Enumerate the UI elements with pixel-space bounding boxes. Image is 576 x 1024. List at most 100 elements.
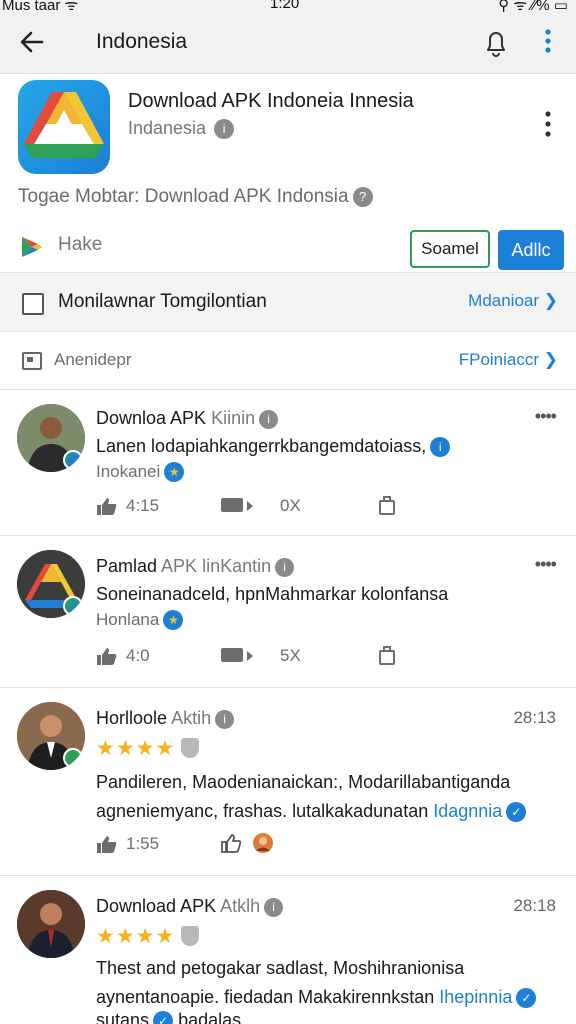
review-author: Horlloole Aktih i	[96, 708, 235, 729]
secondary-button[interactable]: Soamel	[410, 230, 490, 268]
thumbs-up-icon[interactable]	[96, 496, 118, 516]
post-text: Lanen lodapiahkangerrkbangemdatoiass, i	[96, 436, 451, 457]
person-photo	[17, 890, 85, 958]
overflow-menu-icon[interactable]	[540, 26, 556, 58]
review-actions: 1:55	[96, 832, 416, 860]
comment-count: 0X	[280, 496, 301, 515]
status-dot	[63, 450, 83, 470]
review-date: 28:13	[513, 708, 556, 727]
review-text-body: Thest and petogakar sadlast, Moshihranio…	[96, 958, 465, 1007]
verified-icon: ★	[163, 610, 184, 630]
app-title: Download APK Indoneia Innesia	[128, 90, 414, 112]
app-card: Download APK Indoneia Innesia Indanesia i…	[0, 74, 576, 272]
post-author: Downloa APK Kiinin i	[96, 408, 279, 429]
carrier-label: Mus taar ᯤ	[2, 0, 79, 14]
thumbs-up-icon[interactable]	[96, 834, 118, 854]
share-icon[interactable]	[378, 494, 396, 516]
section-label: Anenidepr	[54, 350, 132, 369]
post-text-body: Lanen lodapiahkangerrkbangemdatoiass,	[96, 436, 427, 456]
post-actions: 4:15 0X	[96, 494, 416, 522]
filter-label: Monilawnar Tomgilontian	[58, 291, 267, 312]
review-card: Download APK Atklh i 28:18 ★★★★ Thest and…	[0, 876, 576, 1024]
app-subtitle-text: Indanesia	[128, 118, 207, 138]
author-tag: Atklh	[220, 896, 261, 916]
author-tag: APK linKantin	[161, 556, 272, 576]
post-text: Soneinanadceld, hpnMahmarkar kolonfansa	[96, 584, 449, 604]
make-label: Hake	[58, 234, 103, 255]
clock: 1:20	[270, 0, 300, 12]
review-text: Thest and petogakar sadlast, Moshihranio…	[96, 954, 546, 1012]
app-more-icon[interactable]	[540, 108, 556, 140]
review-text-extra: sutans ✓ badalas	[96, 1010, 241, 1024]
author-tag: Kiinin	[211, 408, 256, 428]
comment-icon[interactable]	[220, 496, 254, 516]
page-title: Indonesia	[96, 30, 188, 53]
post-subtext: Honlana ★	[96, 610, 184, 630]
shield-icon	[181, 926, 200, 946]
thumbs-up-icon[interactable]	[96, 646, 118, 666]
verified-dot	[63, 748, 83, 768]
author-name: Horlloole	[96, 708, 168, 728]
status-icons: ⚲ ᯤ ⁄⁄% ▭	[498, 0, 568, 14]
star-rating: ★★★★	[96, 924, 200, 949]
checkbox[interactable]	[22, 293, 44, 315]
post-menu-icon[interactable]: ••••	[535, 406, 557, 427]
post-menu-icon[interactable]: ••••	[535, 554, 557, 575]
comment-count: 5X	[280, 646, 301, 665]
like-count: 4:0	[126, 646, 150, 665]
verified-icon: i	[430, 437, 451, 457]
star-rating: ★★★★	[96, 736, 200, 761]
post-card: Downloa APK Kiinin i •••• Lanen lodapiahk…	[0, 390, 576, 536]
help-badge-icon: ?	[352, 187, 373, 207]
review-link[interactable]: Ihepinnia	[439, 987, 512, 1007]
section-row[interactable]: Anenidepr FPoiniaccr ❯	[0, 332, 576, 390]
app-description: Togae Mobtar: Download APK Indonsia?	[18, 186, 373, 208]
status-dot	[63, 596, 83, 616]
play-store-icon	[22, 237, 42, 257]
verified-icon: ★	[164, 462, 185, 482]
notification-bell-icon[interactable]	[482, 26, 510, 58]
reaction-avatar-icon	[253, 833, 273, 853]
back-arrow-icon[interactable]	[16, 26, 48, 58]
avatar[interactable]	[17, 550, 85, 618]
author-name: Downloa APK	[96, 408, 207, 428]
verified-icon: ✓	[153, 1011, 174, 1024]
section-link[interactable]: FPoiniaccr ❯	[459, 350, 558, 370]
post-subtext-label: Inokanei	[96, 462, 161, 481]
share-icon[interactable]	[378, 644, 396, 666]
author-tag: Aktih	[171, 708, 212, 728]
status-bar: Mus taar ᯤ 1:20 ⚲ ᯤ ⁄⁄% ▭	[0, 0, 576, 14]
filter-link[interactable]: Mdanioar ❯	[468, 291, 558, 311]
info-badge-icon: i	[259, 410, 279, 429]
avatar[interactable]	[17, 404, 85, 472]
review-extra-word: sutans	[96, 1010, 150, 1024]
review-link[interactable]: Idagnnia	[433, 801, 502, 821]
app-subtitle: Indanesia i	[128, 118, 235, 139]
thumbs-up-outline-icon[interactable]	[220, 832, 242, 854]
author-name: Download APK	[96, 896, 217, 916]
info-badge-icon: i	[214, 119, 235, 139]
info-badge-icon: i	[275, 558, 295, 577]
like-count: 4:15	[126, 496, 160, 515]
verified-icon: ✓	[516, 988, 537, 1008]
verified-icon: ✓	[506, 802, 527, 822]
info-badge-icon: i	[215, 710, 235, 729]
avatar[interactable]	[17, 890, 85, 958]
info-badge-icon: i	[264, 898, 284, 917]
review-author: Download APK Atklh i	[96, 896, 284, 917]
drive-triangle-icon	[24, 92, 104, 158]
app-logo	[18, 80, 110, 174]
review-date: 28:18	[513, 896, 556, 915]
post-subtext: Inokanei ★	[96, 462, 185, 482]
post-card: Pamlad APK linKantin i •••• Soneinanadcel…	[0, 536, 576, 688]
post-author: Pamlad APK linKantin i	[96, 556, 295, 577]
stars-icon: ★★★★	[96, 737, 176, 760]
primary-button[interactable]: Adllc	[498, 230, 564, 270]
review-text: Pandileren, Maodenianaickan:, Modarillab…	[96, 768, 546, 826]
post-subtext-label: Honlana	[96, 610, 160, 629]
avatar[interactable]	[17, 702, 85, 770]
like-count: 1:55	[126, 834, 160, 853]
comment-icon[interactable]	[220, 646, 254, 666]
filter-row[interactable]: Monilawnar Tomgilontian Mdanioar ❯	[0, 272, 576, 332]
review-card: Horlloole Aktih i 28:13 ★★★★ Pandileren, …	[0, 688, 576, 876]
